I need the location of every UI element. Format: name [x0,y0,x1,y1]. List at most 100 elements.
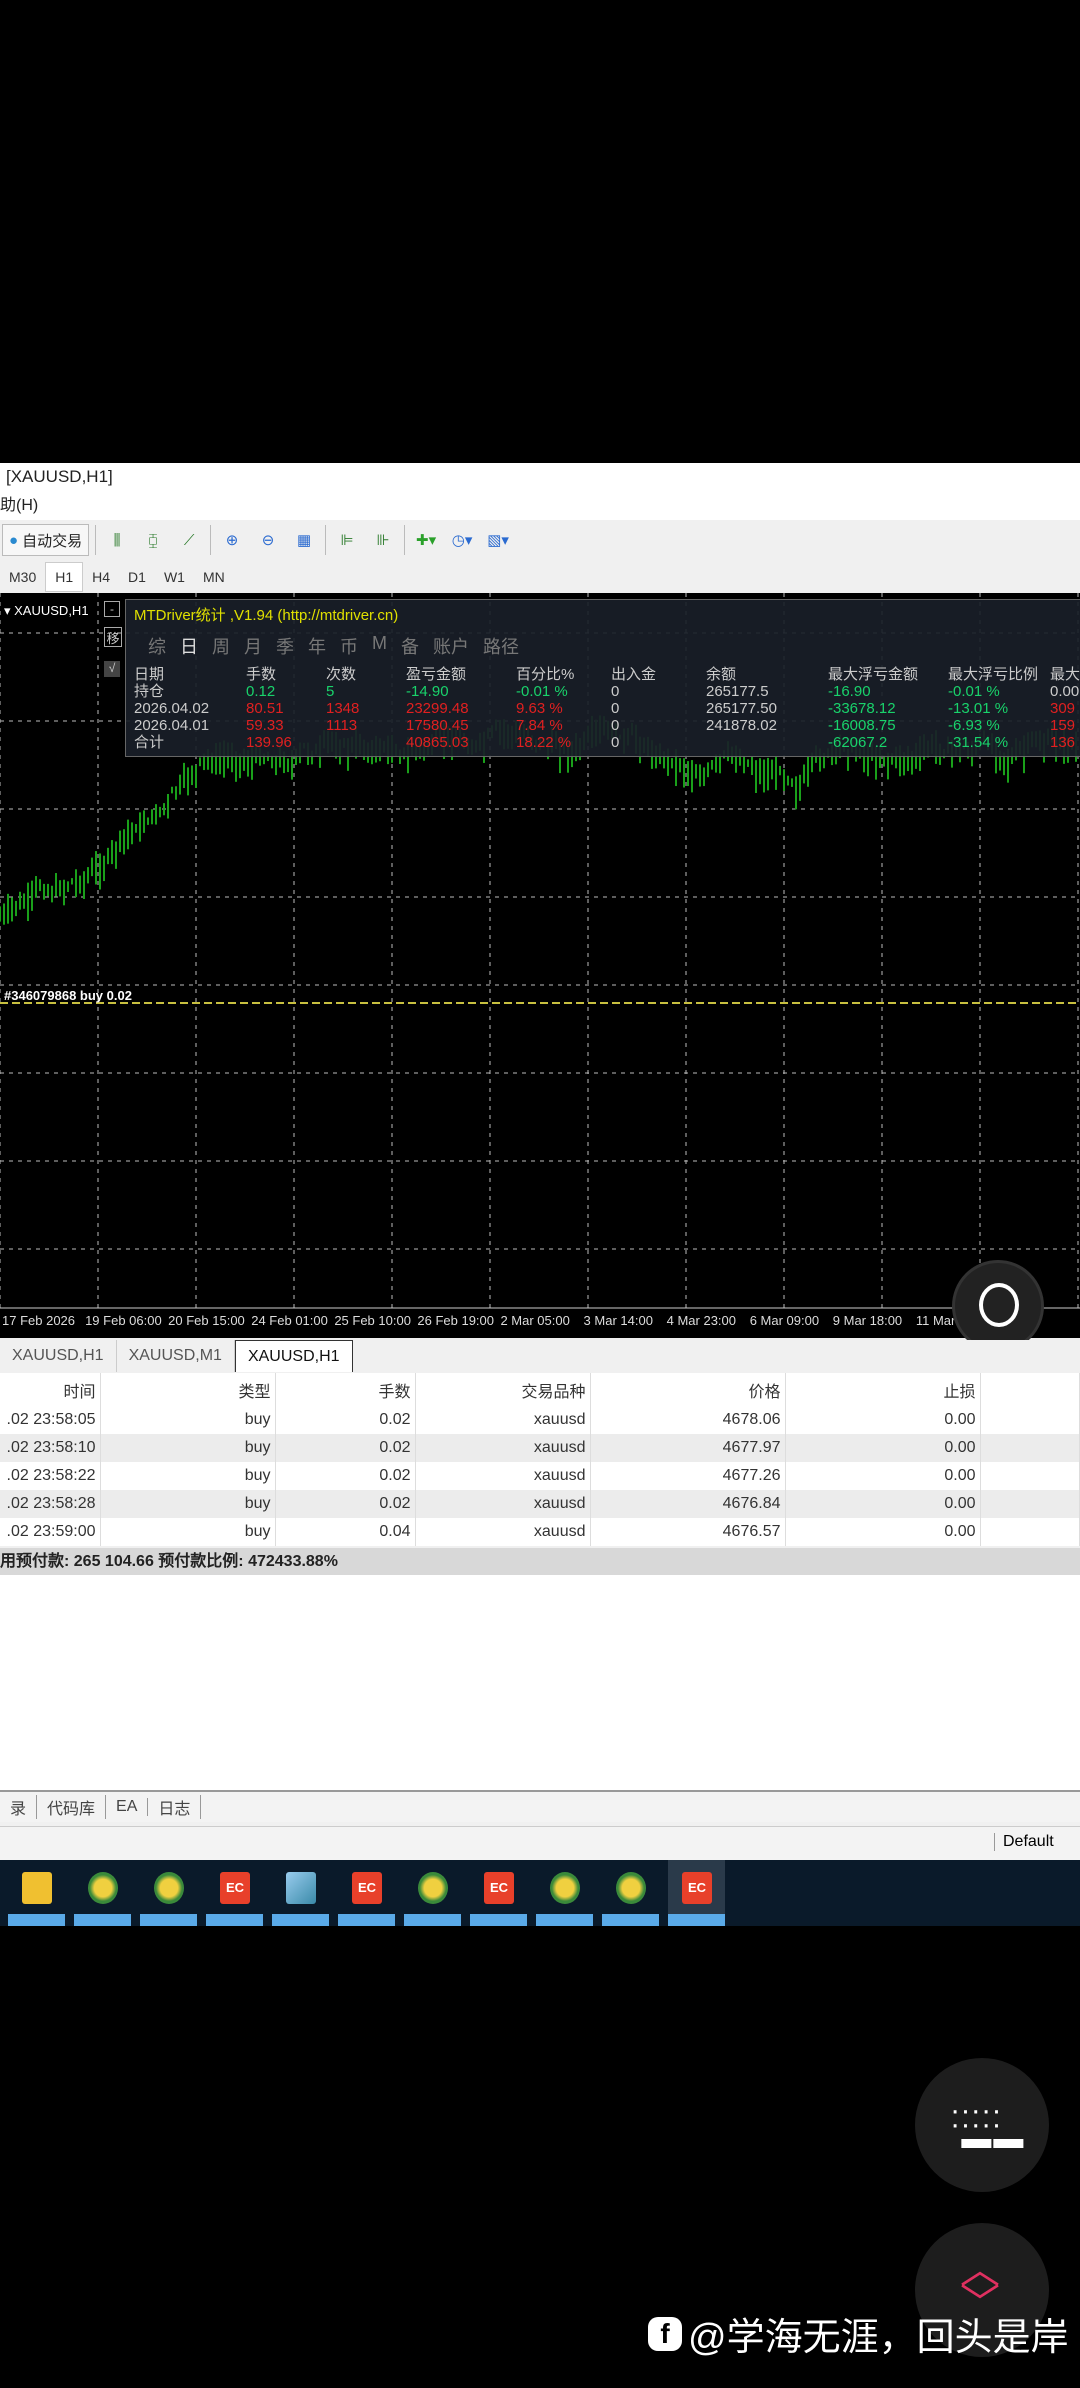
order-cell: .02 23:58:22 [0,1462,101,1490]
bar-chart-icon[interactable]: ⫼ [102,524,132,556]
order-cell: xauusd [415,1462,591,1490]
stats-title: MTDriver统计 ,V1.94 (http://mtdriver.cn) [134,607,399,624]
stats-cell: 136 [1050,734,1076,751]
tf-h4[interactable]: H4 [83,563,119,591]
stats-cell: -31.54 % [948,734,1009,751]
terminal-tab[interactable]: 录 [0,1795,38,1819]
stats-tab[interactable]: 年 [308,633,326,659]
taskbar-item-mt4[interactable] [140,1860,197,1926]
order-cell: 4677.97 [590,1434,786,1462]
taskbar-item-ec[interactable]: EC [470,1860,527,1926]
terminal-tabs: 录代码库 EA 日志 [0,1790,1080,1822]
zoom-out-icon[interactable]: ⊖ [253,524,283,556]
time-axis-label: 9 Mar 18:00 [832,1313,903,1328]
tf-d1[interactable]: D1 [119,563,155,591]
orders-header[interactable]: 止损 [785,1373,981,1406]
order-cell: .02 23:58:28 [0,1490,101,1518]
taskbar-item-explorer[interactable] [8,1860,65,1926]
stats-tab[interactable]: 账户 [433,633,469,659]
zoom-in-icon[interactable]: ⊕ [217,524,247,556]
stats-cell [326,734,406,751]
taskbar-item-notes[interactable] [272,1860,329,1926]
order-row[interactable]: .02 23:58:10 buy 0.02 xauusd 4677.97 0.00 [0,1434,1080,1462]
stats-cell: 40865.03 [406,734,469,751]
chart-tab[interactable]: XAUUSD,H1 [0,1340,117,1372]
orders-table: 时间 类型 手数 交易品种 价格 止损 .02 23:58:05 buy 0.02 xauusd 4… [0,1373,1080,1546]
tf-mn[interactable]: MN [194,563,234,591]
chart-symbol-label: ▾ XAUUSD,H1 [4,603,89,618]
time-axis-label: 6 Mar 09:00 [749,1313,820,1328]
stats-tabs: 综日周月季年币 M 备账户 路径 [126,629,1080,663]
tf-m30[interactable]: M30 [0,563,45,591]
taskbar-item-ec[interactable]: EC [338,1860,395,1926]
check-button[interactable]: √ [104,661,120,677]
stats-cell: 出入金 [611,666,657,683]
mt4-icon [550,1872,580,1904]
stats-tab[interactable]: 季 [276,633,294,659]
stats-cell: 最大浮亏金额 [828,666,919,683]
price-chart[interactable]: ▾ XAUUSD,H1 #346079868 buy 0.02 - 移 √ MT… [0,593,1080,1338]
stats-tab[interactable]: 路径 [483,633,519,659]
auto-scroll-icon[interactable]: ⊫ [332,524,362,556]
orders-header[interactable]: 时间 [0,1373,101,1406]
keyboard-button[interactable]: ∙∙∙∙∙ ∙∙∙∙∙ ▬▬ [915,2058,1049,2192]
candlestick-icon[interactable]: ⧮ [138,524,168,556]
indicators-icon[interactable]: ✚▾ [411,524,441,556]
floating-button[interactable] [952,1260,1044,1352]
tf-h1[interactable]: H1 [45,561,84,592]
auto-trade-button[interactable]: ● 自动交易 [2,524,90,556]
stats-tab[interactable]: M [372,633,387,659]
time-axis-label: 24 Feb 01:00 [251,1313,328,1328]
order-row[interactable]: .02 23:58:22 buy 0.02 xauusd 4677.26 0.00 [0,1462,1080,1490]
taskbar-item-ec[interactable]: EC [668,1860,725,1926]
templates-icon[interactable]: ▧▾ [483,524,513,556]
stats-cell: 59.33 [246,717,284,734]
orders-header[interactable]: 交易品种 [415,1373,591,1406]
orders-header[interactable]: 手数 [275,1373,416,1406]
tf-w1[interactable]: W1 [155,563,194,591]
order-cell-extra [980,1462,1080,1490]
facebook-icon: f [648,2316,682,2351]
taskbar-item-mt4[interactable] [404,1860,461,1926]
taskbar-item-mt4[interactable] [536,1860,593,1926]
ec-icon: EC [484,1872,514,1904]
chart-tab[interactable]: XAUUSD,H1 [234,1340,353,1372]
move-button[interactable]: 移 [104,627,122,647]
orders-header[interactable]: 价格 [590,1373,786,1406]
chart-shift-icon[interactable]: ⊪ [368,524,398,556]
stats-tab[interactable]: 备 [401,633,419,659]
stats-tab[interactable]: 币 [340,633,358,659]
profile-label[interactable]: Default [994,1833,1080,1851]
terminal-tab[interactable]: 代码库 [37,1795,107,1819]
taskbar-item-mt4[interactable] [602,1860,659,1926]
taskbar-item-ec[interactable]: EC [206,1860,263,1926]
orders-header[interactable]: 类型 [100,1373,276,1406]
order-row[interactable]: .02 23:58:05 buy 0.02 xauusd 4678.06 0.00 [0,1406,1080,1434]
order-cell: xauusd [415,1406,591,1434]
stats-cell: 0 [611,683,620,700]
menu-help[interactable]: 助(H) [0,491,1080,520]
stats-cell: 23299.48 [406,700,469,717]
order-row[interactable]: .02 23:58:28 buy 0.02 xauusd 4676.84 0.00 [0,1490,1080,1518]
terminal-tab[interactable]: EA [106,1798,149,1816]
tile-windows-icon[interactable]: ▦ [289,524,319,556]
stats-cell: 0 [611,717,620,734]
stats-cell: 2026.04.02 [134,700,210,717]
stats-cell: 0.12 [246,683,276,700]
terminal-tab[interactable]: 日志 [148,1795,202,1819]
stats-tab[interactable]: 综 [148,633,166,659]
ec-icon: EC [220,1872,250,1904]
order-row[interactable]: .02 23:59:00 buy 0.04 xauusd 4676.57 0.00 [0,1518,1080,1546]
keyboard-icon: ∙∙∙∙∙ ∙∙∙∙∙ ▬▬ [951,2094,1026,2155]
chart-tab[interactable]: XAUUSD,M1 [117,1340,235,1372]
order-cell: 4676.57 [590,1518,786,1546]
stats-tab[interactable]: 日 [180,633,198,659]
stats-tab[interactable]: 周 [212,633,230,659]
line-chart-icon[interactable]: ⟋ [174,524,204,556]
collapse-button[interactable]: - [104,601,120,617]
periods-icon[interactable]: ◷▾ [447,524,477,556]
mt4-icon [154,1872,184,1904]
stats-tab[interactable]: 月 [244,633,262,659]
stats-cell: 日期 [134,666,165,683]
taskbar-item-mt4[interactable] [74,1860,131,1926]
